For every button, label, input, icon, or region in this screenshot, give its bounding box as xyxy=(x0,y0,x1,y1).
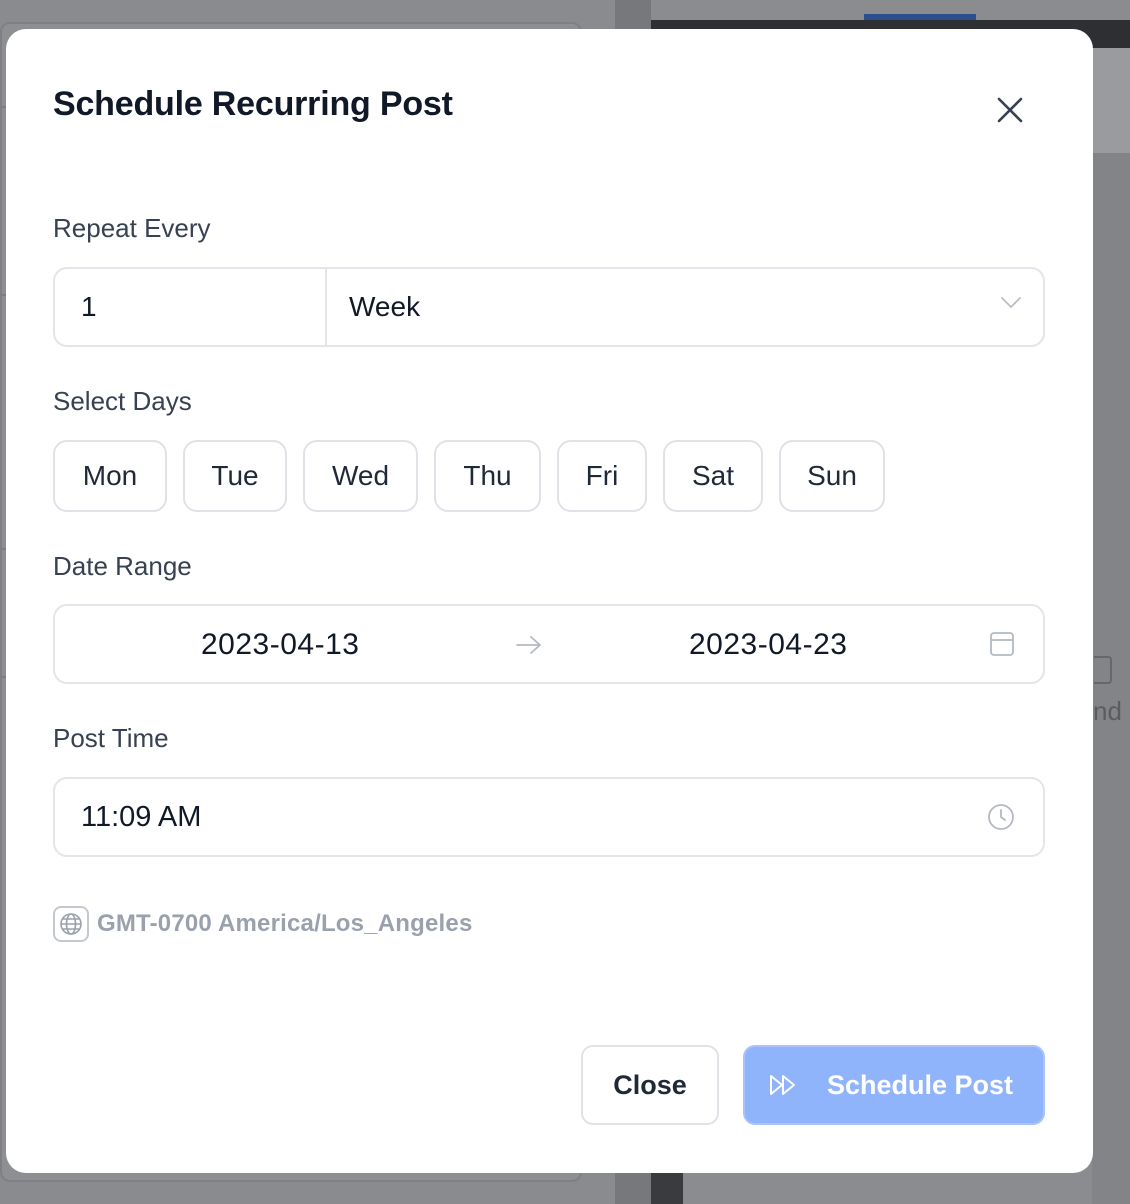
post-time-label: Post Time xyxy=(53,723,169,753)
calendar-icon[interactable] xyxy=(989,630,1015,658)
day-tue-button[interactable]: Tue xyxy=(183,440,287,512)
repeat-unit-value: Week xyxy=(349,291,421,322)
day-fri-button[interactable]: Fri xyxy=(557,440,647,512)
schedule-post-button[interactable]: Schedule Post xyxy=(743,1045,1045,1125)
close-button[interactable]: Close xyxy=(581,1045,719,1125)
post-time-input[interactable]: 11:09 AM xyxy=(81,801,201,834)
close-icon[interactable] xyxy=(994,94,1026,126)
background-tab-indicator xyxy=(864,14,976,20)
day-thu-button[interactable]: Thu xyxy=(434,440,541,512)
fast-forward-icon xyxy=(770,1075,795,1095)
date-range-picker[interactable]: 2023-04-13 2023-04-23 xyxy=(53,604,1045,684)
post-time-picker[interactable]: 11:09 AM xyxy=(53,777,1045,857)
day-wed-button[interactable]: Wed xyxy=(303,440,418,512)
background-image-icon xyxy=(1094,656,1112,684)
clock-icon[interactable] xyxy=(987,803,1015,831)
date-range-label: Date Range xyxy=(53,551,192,581)
timezone-text: GMT-0700 America/Los_Angeles xyxy=(97,910,473,937)
chevron-down-icon xyxy=(1001,297,1021,308)
start-date-input[interactable]: 2023-04-13 xyxy=(201,628,359,662)
schedule-recurring-post-dialog: Schedule Recurring Post Repeat Every 1 W… xyxy=(6,29,1093,1173)
repeat-every-group: 1 Week xyxy=(53,267,1045,347)
day-selector: Mon Tue Wed Thu Fri Sat Sun xyxy=(53,440,885,512)
dialog-title: Schedule Recurring Post xyxy=(53,85,453,123)
end-date-input[interactable]: 2023-04-23 xyxy=(689,628,847,662)
schedule-post-label: Schedule Post xyxy=(827,1069,1014,1100)
repeat-unit-select[interactable]: Week xyxy=(327,269,1043,345)
timezone-info: GMT-0700 America/Los_Angeles xyxy=(53,906,473,942)
repeat-every-label: Repeat Every xyxy=(53,213,211,243)
repeat-interval-input[interactable]: 1 xyxy=(55,269,327,345)
day-sun-button[interactable]: Sun xyxy=(779,440,885,512)
arrow-right-icon xyxy=(516,636,541,654)
background-panel xyxy=(1092,48,1130,153)
background-block xyxy=(651,1172,683,1204)
day-sat-button[interactable]: Sat xyxy=(663,440,763,512)
background-text: nd xyxy=(1093,696,1122,726)
day-mon-button[interactable]: Mon xyxy=(53,440,167,512)
select-days-label: Select Days xyxy=(53,386,192,416)
globe-icon xyxy=(53,906,89,942)
